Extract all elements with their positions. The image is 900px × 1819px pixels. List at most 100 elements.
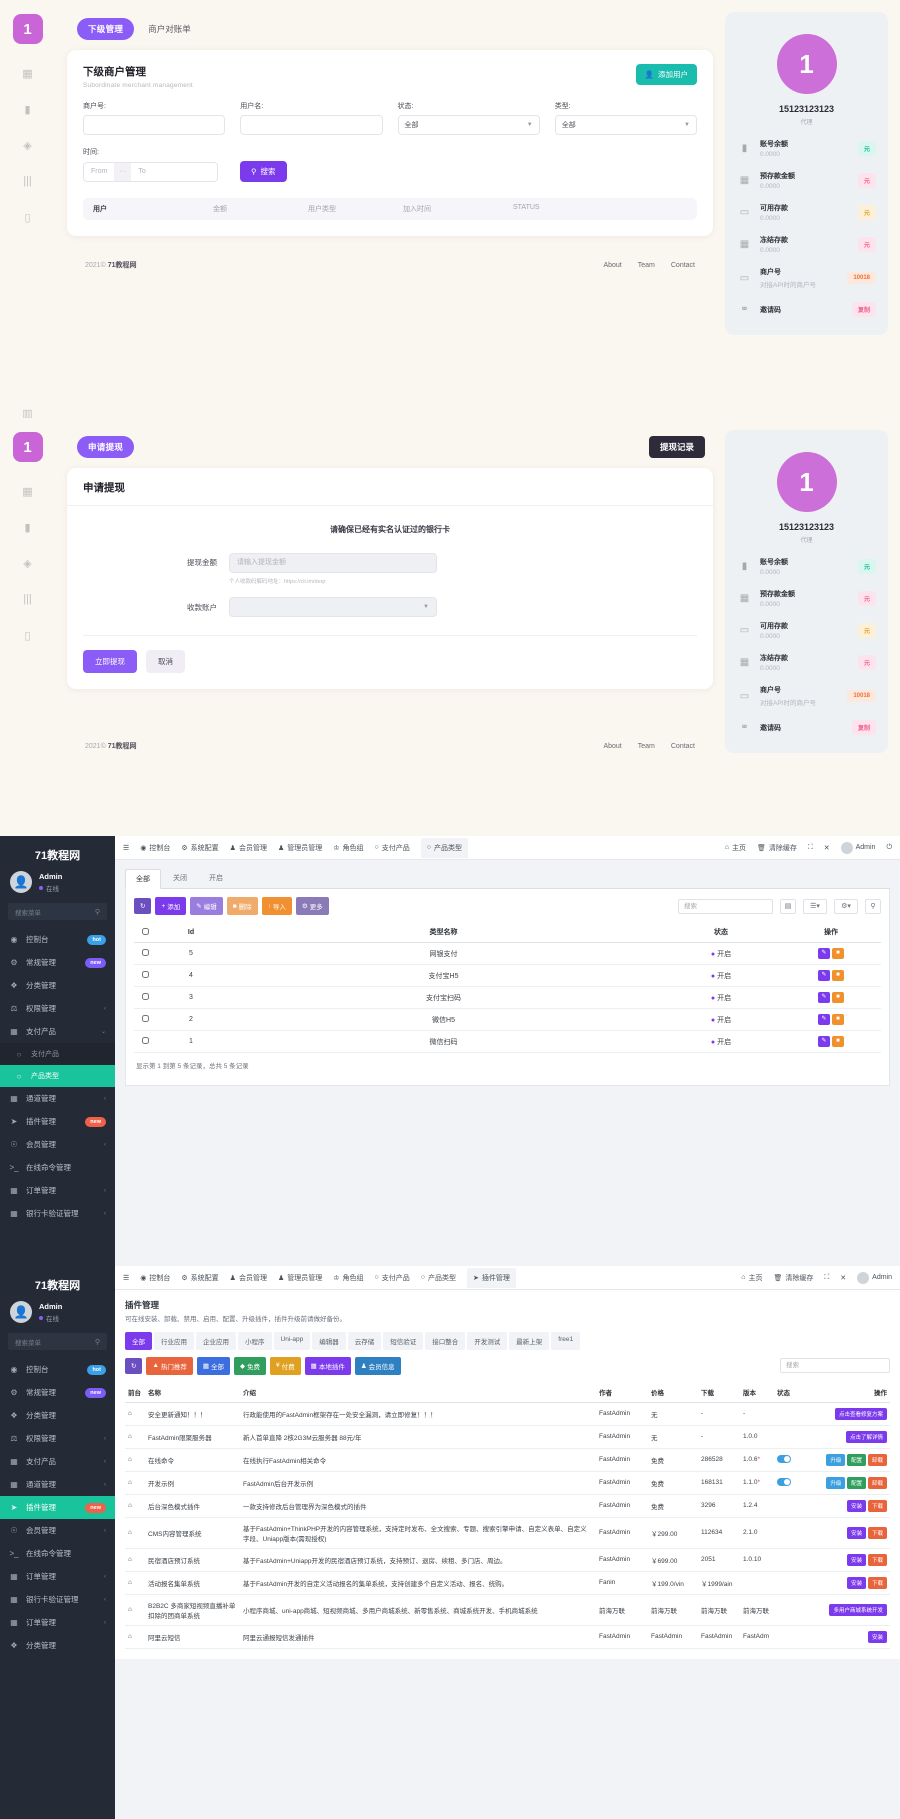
trash-icon[interactable]: ▯ [21, 628, 35, 642]
upgrade-button[interactable]: 升级 [826, 1477, 845, 1489]
menu-icon[interactable]: ☰ [123, 1274, 129, 1282]
sidebar-item-members[interactable]: ☉ 会员管理 ‹ [0, 1133, 115, 1156]
sidebar-user[interactable]: 👤 Admin 在线 [0, 1301, 115, 1333]
copy-button[interactable]: 复制 [852, 302, 876, 317]
plugin-tab-miniprogram[interactable]: 小程序 [238, 1332, 272, 1350]
topbar-tab-payment-products[interactable]: ○支付产品 [375, 1273, 410, 1283]
topbar-tab-payment-products[interactable]: ○支付产品 [375, 843, 410, 853]
row-edit-button[interactable]: ✎ [818, 1014, 830, 1025]
sidebar-item-dashboard[interactable]: ◉ 控制台 hot [0, 928, 115, 951]
table-row[interactable]: ⌂ CMS内容管理系统 基于FastAdmin+ThinkPHP开发的内容管理系… [125, 1517, 890, 1548]
sidebar-item-category[interactable]: ❖ 分类管理 [0, 1404, 115, 1427]
topbar-user[interactable]: Admin [857, 1272, 892, 1284]
sidebar-item-orders[interactable]: ▦ 订单管理 ‹ [0, 1565, 115, 1588]
topbar-home[interactable]: ⌂主页 [725, 843, 746, 853]
plugin-tab-newest[interactable]: 最新上架 [509, 1332, 549, 1350]
row-delete-button[interactable]: ■ [832, 1014, 844, 1025]
footer-link-about[interactable]: About [603, 743, 621, 750]
row-edit-button[interactable]: ✎ [818, 1036, 830, 1047]
status-toggle[interactable] [777, 1478, 791, 1486]
status-toggle[interactable] [777, 1455, 791, 1463]
row-edit-button[interactable]: ✎ [818, 948, 830, 959]
tab-apply-withdraw[interactable]: 申请提现 [77, 436, 134, 458]
list-view-icon[interactable]: ▤ [780, 899, 796, 914]
more-button[interactable]: ⚙更多 [296, 897, 329, 915]
sidebar-item-payment-products[interactable]: ▦ 支付产品 ⌄ [0, 1020, 115, 1043]
sidebar-item-bank-verify[interactable]: ▦ 银行卡验证管理 ‹ [0, 1202, 115, 1225]
tab-closed[interactable]: 关闭 [163, 869, 197, 888]
install-button[interactable]: 安装 [847, 1554, 866, 1566]
add-user-button[interactable]: 👤 添加用户 [636, 64, 697, 85]
sidebar-item-plugins[interactable]: ➤ 插件管理 new [0, 1496, 115, 1519]
date-range-picker[interactable]: From ··· To [83, 162, 218, 182]
buy-button[interactable]: 多用户商城系统开发 [829, 1604, 887, 1616]
plugin-tab-editor[interactable]: 编辑器 [312, 1332, 346, 1350]
topbar-tab-product-types[interactable]: ○产品类型 [421, 1273, 456, 1283]
row-delete-button[interactable]: ■ [832, 992, 844, 1003]
add-button[interactable]: +添加 [155, 897, 186, 915]
footer-link-team[interactable]: Team [638, 743, 655, 750]
all-button[interactable]: ▦全部 [197, 1357, 230, 1375]
sidebar-item-online-command[interactable]: >_ 在线命令管理 [0, 1156, 115, 1179]
edit-button[interactable]: ✎编辑 [190, 897, 222, 915]
topbar-tab-members[interactable]: ♟会员管理 [230, 1273, 267, 1283]
sidebar-item-general[interactable]: ⚙ 常规管理 new [0, 1381, 115, 1404]
topbar-tab-dashboard[interactable]: ◉控制台 [140, 843, 170, 853]
sidebar-item-plugins[interactable]: ➤ 插件管理 new [0, 1110, 115, 1133]
sidebar-item-payment-products[interactable]: ▦ 支付产品 ‹ [0, 1450, 115, 1473]
sidebar-user[interactable]: 👤 Admin 在线 [0, 871, 115, 903]
close-icon[interactable]: ✕ [824, 844, 830, 852]
topbar-clear-cache[interactable]: 🗑清除缓存 [773, 1273, 813, 1283]
plugin-tab-all[interactable]: 全部 [125, 1332, 152, 1350]
rail-logo[interactable]: 1 [13, 432, 43, 462]
tab-subordinate-management[interactable]: 下级管理 [77, 18, 134, 40]
config-button[interactable]: 配置 [847, 1477, 866, 1489]
sidebar-item-general[interactable]: ⚙ 常规管理 new [0, 951, 115, 974]
tab-open[interactable]: 开启 [199, 869, 233, 888]
topbar-home[interactable]: ⌂主页 [741, 1273, 762, 1283]
withdraw-record-button[interactable]: 提现记录 [649, 436, 705, 458]
trash-icon[interactable]: ▯ [21, 210, 35, 224]
sidebar-item-permission[interactable]: ⚖ 权限管理 ‹ [0, 1427, 115, 1450]
table-row[interactable]: 5 网银支付 ● 开启 ✎ ■ [134, 943, 881, 965]
import-button[interactable]: ↑导入 [262, 897, 292, 915]
cancel-button[interactable]: 取消 [146, 650, 185, 673]
plugin-search-input[interactable]: 搜索 [780, 1358, 890, 1373]
row-edit-button[interactable]: ✎ [818, 970, 830, 981]
topbar-tab-system-config[interactable]: ⚙系统配置 [181, 1273, 218, 1283]
install-button[interactable]: 安装 [868, 1631, 887, 1643]
uninstall-button[interactable]: 卸载 [868, 1477, 887, 1489]
table-row[interactable]: ⌂ 后台深色模式插件 一款支持修改后台管理界为深色模式的插件 FastAdmin… [125, 1494, 890, 1517]
config-button[interactable]: 配置 [847, 1454, 866, 1466]
sidebar-item-dashboard[interactable]: ◉ 控制台 hot [0, 1358, 115, 1381]
topbar-tab-plugins[interactable]: ➤插件管理 [467, 1268, 516, 1288]
topbar-tab-admins[interactable]: ♟管理员管理 [278, 843, 322, 853]
shield-icon[interactable]: ◈ [21, 138, 35, 152]
sidebar-item-category[interactable]: ❖ 分类管理 [0, 974, 115, 997]
sidebar-search[interactable]: 搜索菜单 ⚲ [8, 903, 107, 920]
table-row[interactable]: ⌂ 安全更新通知！！！ 行政能使用的FastAdmin框架存在一处安全漏洞，请立… [125, 1402, 890, 1425]
sidebar-item-channel[interactable]: ▦ 通道管理 ‹ [0, 1087, 115, 1110]
columns-icon[interactable]: ||| [21, 174, 35, 188]
search-button[interactable]: ⚲ 搜索 [240, 161, 287, 182]
sidebar-item-members[interactable]: ☉ 会员管理 ‹ [0, 1519, 115, 1542]
plugin-tab-cloud-storage[interactable]: 云存储 [348, 1332, 382, 1350]
topbar-tab-system-config[interactable]: ⚙系统配置 [181, 843, 218, 853]
topbar-user[interactable]: Admin [841, 842, 876, 854]
table-row[interactable]: 2 微信H5 ● 开启 ✎ ■ [134, 1009, 881, 1031]
copy-button[interactable]: 复制 [852, 720, 876, 735]
sidebar-item-permission[interactable]: ⚖ 权限管理 ‹ [0, 997, 115, 1020]
bar-chart-icon[interactable]: ▮ [21, 102, 35, 116]
footer-link-contact[interactable]: Contact [671, 262, 695, 269]
submit-withdraw-button[interactable]: 立即提现 [83, 650, 137, 673]
refresh-button[interactable]: ↻ [134, 898, 151, 914]
shield-icon[interactable]: ◈ [21, 556, 35, 570]
download-button[interactable]: 下载 [868, 1500, 887, 1512]
rail-logo[interactable]: 1 [13, 14, 43, 44]
topbar-tab-roles[interactable]: ♔角色组 [333, 843, 363, 853]
paid-button[interactable]: ¥付费 [270, 1357, 301, 1375]
date-from[interactable]: From [84, 163, 114, 181]
sidebar-item-payment-products-sub[interactable]: ○ 支付产品 [0, 1043, 115, 1065]
plugin-tab-industry[interactable]: 行业应用 [154, 1332, 194, 1350]
row-checkbox[interactable] [142, 971, 149, 978]
